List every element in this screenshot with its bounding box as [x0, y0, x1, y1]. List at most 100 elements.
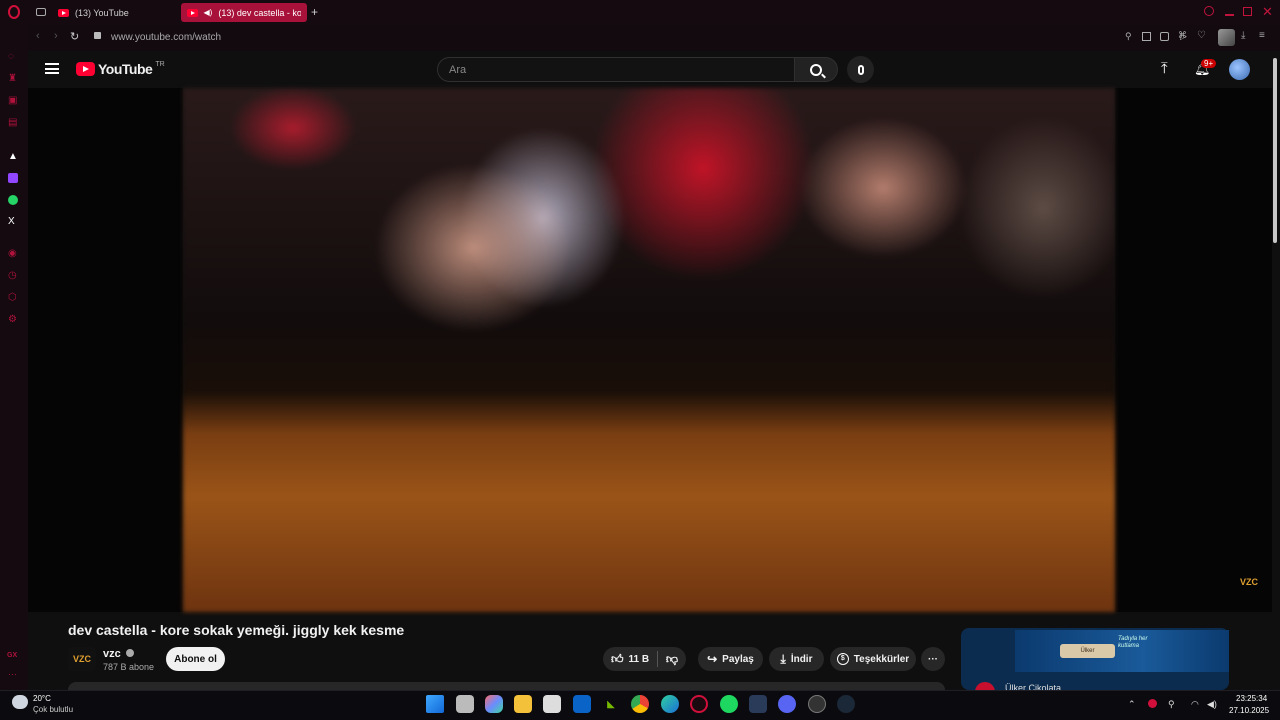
menu-icon[interactable]: ≡: [1259, 30, 1265, 41]
aria-icon[interactable]: ▲: [8, 151, 18, 162]
store-icon[interactable]: [543, 695, 561, 713]
minimize-button[interactable]: [1225, 14, 1234, 16]
notification-badge: 9+: [1201, 59, 1217, 68]
music-player-icon[interactable]: ◉: [8, 249, 17, 259]
search-icon: [810, 63, 826, 78]
tab-manager-icon[interactable]: [36, 8, 46, 16]
back-icon[interactable]: ‹: [36, 30, 40, 42]
ad-product: Ülker: [1060, 644, 1115, 658]
tray-overflow-icon[interactable]: ⌃: [1128, 699, 1136, 710]
channel-avatar[interactable]: VZC: [68, 647, 96, 671]
volume-icon[interactable]: ◀): [1207, 699, 1217, 710]
wifi-icon[interactable]: ◠: [1191, 699, 1199, 710]
upload-icon[interactable]: ⤒: [1161, 60, 1168, 77]
thumbs-down-icon: 👎︎: [665, 651, 678, 666]
opera-logo-icon[interactable]: [8, 5, 20, 19]
browser-tab-bar: (13) YouTube ◀) (13) dev castella - kor …: [0, 0, 1280, 25]
lock-icon: [94, 32, 101, 39]
subscribe-button[interactable]: Abone ol: [166, 647, 225, 671]
like-count: 11 B: [628, 653, 650, 665]
app-icon[interactable]: [808, 695, 826, 713]
close-button[interactable]: ✕: [1262, 4, 1273, 20]
thanks-button[interactable]: $ Teşekkürler: [830, 647, 916, 671]
twitch-icon[interactable]: [8, 173, 18, 183]
download-button[interactable]: ⤓ İndir: [769, 647, 824, 671]
microphone-icon: [857, 64, 864, 75]
clock-time[interactable]: 23:25:34: [1236, 694, 1267, 703]
file-explorer-icon[interactable]: [514, 695, 532, 713]
task-view-icon[interactable]: [456, 695, 474, 713]
dislike-button[interactable]: 👎︎: [666, 652, 678, 667]
voice-search-button[interactable]: [847, 56, 874, 83]
language-icon[interactable]: ⚲: [1168, 699, 1175, 710]
channel-name[interactable]: vzc: [103, 648, 134, 660]
youtube-logo-text: YouTube: [98, 61, 153, 77]
subscriber-count: 787 B abone: [103, 662, 155, 672]
steam-icon[interactable]: [837, 695, 855, 713]
address-bar: ‹ › ↻ www.youtube.com/watch ⚲ ⌘ ▷ ♡ ⤓ ≡: [28, 25, 1280, 51]
more-icon[interactable]: ···: [8, 669, 17, 679]
like-button[interactable]: 👍︎ 11 B: [611, 652, 649, 667]
super-thanks-icon: $: [836, 653, 849, 665]
nvidia-icon[interactable]: ◣: [602, 695, 620, 713]
maximize-button[interactable]: [1243, 7, 1252, 16]
share-label: Paylaş: [722, 653, 754, 665]
reload-icon[interactable]: ↻: [70, 30, 79, 43]
clock-date[interactable]: 27.10.2025: [1229, 706, 1269, 715]
settings-icon[interactable]: ⚙: [8, 315, 17, 325]
copilot-icon[interactable]: [485, 695, 503, 713]
profile-avatar[interactable]: [1218, 29, 1235, 46]
pin-icon[interactable]: ⚲: [1125, 31, 1132, 42]
download-icon[interactable]: ⤓: [1241, 30, 1245, 41]
new-tab-button[interactable]: +: [311, 5, 318, 19]
opera-gx-icon[interactable]: [690, 695, 708, 713]
spotify-icon[interactable]: [720, 695, 738, 713]
youtube-logo[interactable]: YouTube TR: [76, 61, 165, 77]
history-icon[interactable]: ◷: [8, 271, 17, 281]
description-box[interactable]: [68, 682, 945, 690]
weather-icon[interactable]: [12, 695, 28, 709]
search-input[interactable]: Ara: [437, 57, 795, 82]
edge-icon[interactable]: [661, 695, 679, 713]
discord-icon[interactable]: [778, 695, 796, 713]
download-label: İndir: [790, 653, 813, 665]
more-actions-button[interactable]: ···: [921, 647, 945, 671]
outlook-icon[interactable]: [573, 695, 591, 713]
divider: [656, 651, 658, 667]
forward-icon[interactable]: ›: [54, 30, 58, 42]
start-button[interactable]: [426, 695, 444, 713]
download-icon: ⤓: [780, 651, 786, 666]
whatsapp-icon[interactable]: [8, 195, 18, 205]
tab-video[interactable]: ◀) (13) dev castella - kor: [181, 3, 307, 22]
weather-description[interactable]: Çok bulutlu: [33, 705, 73, 714]
extensions-icon[interactable]: ⬡: [8, 293, 17, 303]
channel-watermark[interactable]: VZC: [1237, 573, 1261, 591]
tab-youtube[interactable]: (13) YouTube: [52, 3, 176, 22]
video-letterbox-right: [1115, 88, 1272, 612]
x-icon[interactable]: X: [8, 216, 15, 227]
share-button[interactable]: ↪ Paylaş: [698, 647, 763, 671]
news-icon[interactable]: ▤: [8, 118, 17, 128]
gx-control-icon[interactable]: ♜: [8, 74, 17, 84]
heart-icon[interactable]: ♡: [1197, 30, 1206, 41]
region-code: TR: [155, 61, 165, 68]
adblock-icon[interactable]: [1160, 32, 1169, 41]
hamburger-menu-icon[interactable]: [45, 63, 59, 74]
snapshot-icon[interactable]: [1142, 32, 1151, 41]
search-tabs-icon[interactable]: [1204, 6, 1214, 16]
page-scrollbar[interactable]: [1273, 58, 1277, 243]
game-launcher-icon[interactable]: [749, 695, 767, 713]
chrome-icon[interactable]: [631, 695, 649, 713]
weather-temperature[interactable]: 20°C: [33, 694, 51, 703]
player-icon[interactable]: ▷: [1180, 31, 1187, 42]
gx-label: GX: [7, 652, 18, 659]
tray-app-icon[interactable]: [1148, 699, 1157, 708]
speed-dial-icon[interactable]: ◌: [8, 52, 14, 62]
search-button[interactable]: [795, 57, 838, 82]
thanks-label: Teşekkürler: [853, 653, 910, 665]
gx-corner-icon[interactable]: ▣: [8, 96, 17, 106]
account-avatar[interactable]: [1229, 59, 1250, 80]
tab-label: (13) YouTube: [75, 7, 129, 18]
video-player[interactable]: [183, 88, 1115, 612]
url-text[interactable]: www.youtube.com/watch: [111, 32, 221, 43]
